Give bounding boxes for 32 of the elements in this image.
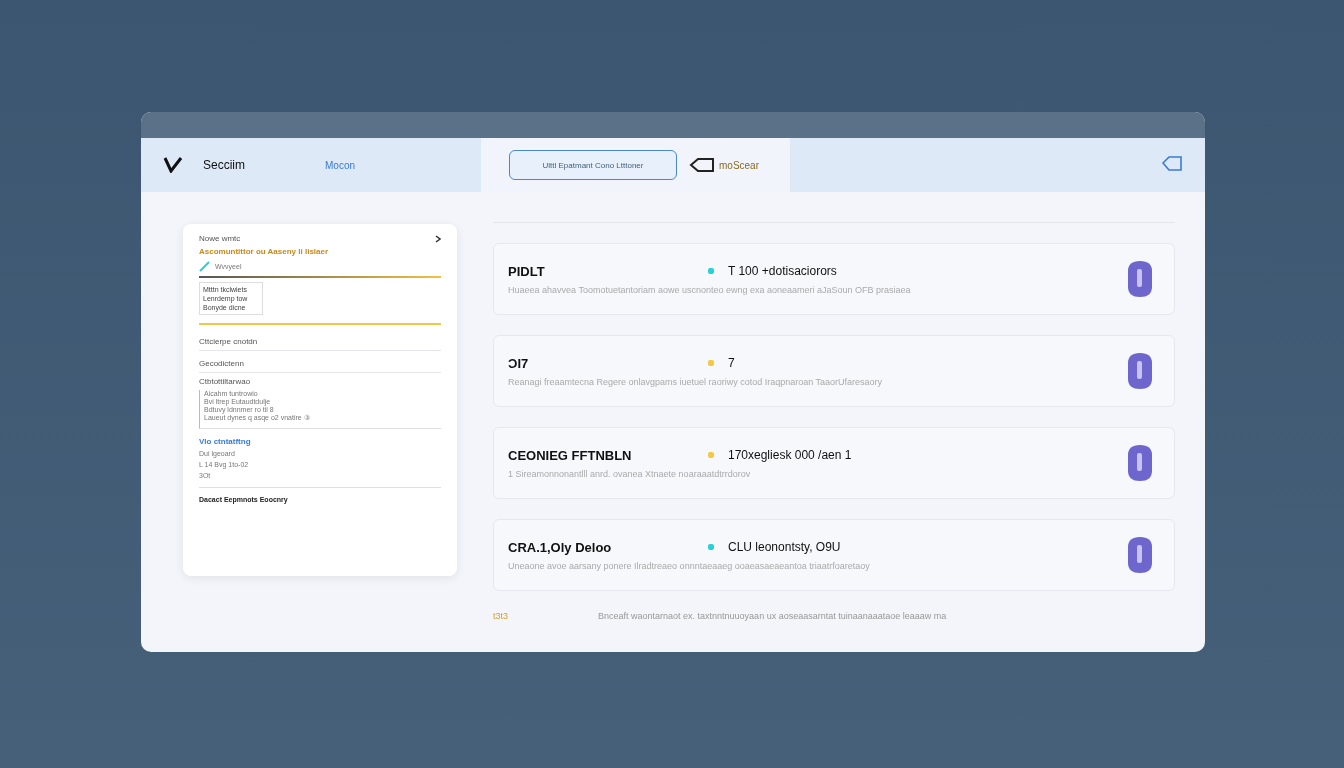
row-title: ϽI7 xyxy=(508,355,530,371)
row-value: CLU leonontsty, O9U xyxy=(728,540,841,554)
row-description: 1 Sireamonnonantlll anrd. ovanea Xtnaete noaraaatdtrrdorov xyxy=(508,468,752,479)
row-description: Reanagi freaamtecna Regere onlavgpams iuetuel raoriwy cotod Iraqpnaroan TaaorUfaresaory xyxy=(508,376,884,387)
row-title: CEONIEG FFTNBLN xyxy=(508,447,633,463)
chevron-icon[interactable] xyxy=(435,234,441,243)
section-heading: Vlo ctntatftng xyxy=(199,437,252,446)
row-description: Huaeea ahavvea Toomotuetantoriam aowe uscnonteo ewng exa aoneaameri aJaSoun OFB prasiaea xyxy=(508,284,912,295)
row-title: PIDLT xyxy=(508,263,546,279)
nav-link[interactable]: Secciim xyxy=(203,158,245,172)
row-description: Uneaone avoe aarsany ponere Ilradtreaeo onnntaeaaeg ooaeasaeaeantoa triaatrfoaretaoy xyxy=(508,560,871,571)
row-description: Bnceaft waontarnaot ex. taxtnntnuuoyaan ux aoseaasarntat tuinaanaaataoe leaaaw ma xyxy=(598,611,947,621)
back-icon[interactable] xyxy=(1161,154,1183,172)
brand-name: moScear xyxy=(719,159,759,171)
highlight-text: Ascomuntittor ou Aaseny li lislaer xyxy=(199,247,330,256)
row-value: 170xegliesk 000 /aen 1 xyxy=(728,448,852,462)
tag-icon xyxy=(689,157,715,173)
list-row[interactable]: CRA.1,Oly Deloo CLU leonontsty, O9U Uneaone avoe aarsany ponere Ilradtreaeo onnntaeaaeg ooaeasaeaeantoa triaatrfoaretaoy xyxy=(493,519,1175,591)
list-item[interactable]: Cttcierpe cnotdn xyxy=(199,333,441,351)
row-title: CRA.1,Oly Deloo xyxy=(508,539,613,555)
card-title: Nowe wmtc xyxy=(199,234,241,243)
list-row[interactable]: ϽI7 7 Reanagi freaamtecna Regere onlavgpams iuetuel raoriwy cotod Iraqpnaroan TaaorUfaresaory xyxy=(493,335,1175,407)
nav-link[interactable]: Mocon xyxy=(325,159,356,171)
quote-title: Ctbtottiltarwao xyxy=(199,377,252,386)
row-value: 7 xyxy=(728,356,735,370)
logo-icon xyxy=(163,157,183,173)
action-button[interactable]: Ulttl Epatmant Cono Ltttoner xyxy=(509,150,677,180)
row-value: T 100 +dotisaciorors xyxy=(728,264,837,278)
row-tag: t3t3 xyxy=(493,611,508,621)
list-row[interactable]: PIDLT T 100 +dotisaciorors Huaeea ahavvea Toomotuetantoriam aowe uscnonteo ewng exa aoneaameri aJaSoun OFB prasiaea xyxy=(493,243,1175,315)
list-row[interactable]: CEONIEG FFTNBLN 170xegliesk 000 /aen 1 1 Sireamonnonantlll anrd. ovanea Xtnaete noaraaatdtrrdorov xyxy=(493,427,1175,499)
list-item[interactable]: Gecodictenn xyxy=(199,355,441,373)
